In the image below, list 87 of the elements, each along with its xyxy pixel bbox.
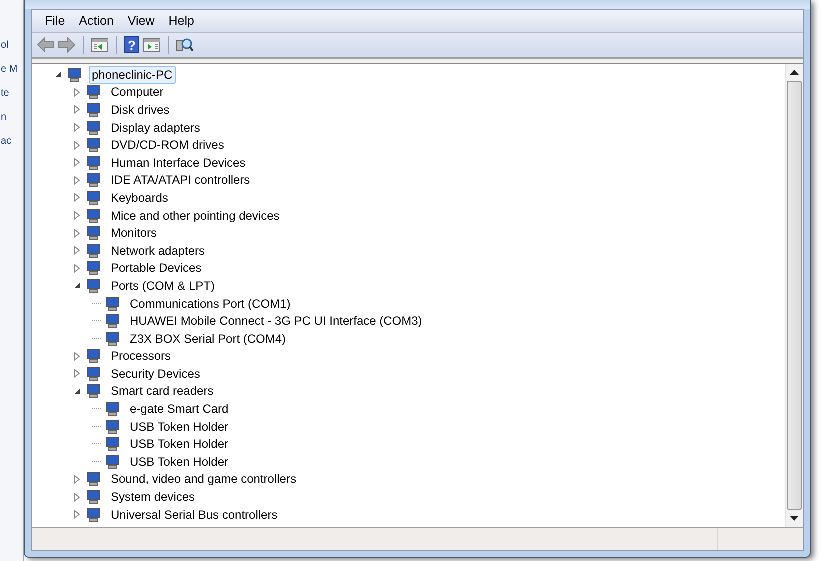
expand-arrow-icon[interactable]: [73, 474, 82, 484]
tree-item[interactable]: Mice and other pointing devices: [108, 206, 283, 225]
action-pane-icon[interactable]: [143, 37, 161, 53]
background-text: te: [0, 88, 10, 99]
device-icon: [67, 66, 84, 83]
tree-item[interactable]: Disk drives: [108, 100, 173, 119]
device-icon: [86, 154, 103, 171]
menu-item[interactable]: File: [38, 12, 72, 30]
tree-item[interactable]: phoneclinic-PC: [89, 66, 176, 84]
tree-item[interactable]: Portable Devices: [108, 259, 205, 278]
device-icon: [86, 190, 103, 206]
background-text: n: [0, 112, 8, 123]
expand-arrow-icon[interactable]: [73, 140, 82, 150]
tree-item[interactable]: DVD/CD-ROM drives: [108, 136, 228, 154]
expand-arrow-icon[interactable]: [73, 510, 82, 520]
tree-item[interactable]: Monitors: [108, 224, 160, 242]
tree-item[interactable]: Display adapters: [108, 118, 204, 137]
vertical-scrollbar[interactable]: [785, 64, 803, 527]
tree-item[interactable]: System devices: [108, 488, 198, 506]
device-icon: [86, 225, 103, 242]
background-text: ol: [0, 40, 10, 51]
device-icon: [86, 506, 103, 523]
expand-arrow-icon[interactable]: [73, 123, 82, 132]
tree-item[interactable]: IDE ATA/ATAPI controllers: [108, 171, 254, 190]
tree-item[interactable]: Universal Serial Bus controllers: [108, 506, 281, 524]
device-icon: [105, 401, 122, 418]
device-icon: [105, 296, 122, 312]
menu-item[interactable]: View: [120, 12, 162, 30]
tree-item[interactable]: Communications Port (COM1): [127, 294, 294, 313]
tree-item[interactable]: Human Interface Devices: [108, 154, 249, 172]
expand-arrow-icon[interactable]: [73, 105, 82, 114]
device-icon: [105, 313, 122, 330]
device-icon: [86, 348, 103, 364]
tree-item[interactable]: e-gate Smart Card: [127, 400, 232, 418]
device-icon: [105, 454, 122, 470]
expand-arrow-icon[interactable]: [73, 264, 82, 273]
expand-arrow-icon[interactable]: [73, 211, 82, 220]
tree-item[interactable]: Processors: [108, 347, 174, 366]
device-icon: [105, 436, 122, 452]
expand-arrow-icon[interactable]: [73, 369, 82, 378]
device-icon: [86, 383, 103, 400]
menu-item[interactable]: Action: [72, 12, 121, 30]
tree-item[interactable]: Sound, video and game controllers: [108, 470, 300, 488]
device-icon: [105, 330, 122, 347]
scan-hardware-icon[interactable]: [176, 37, 194, 53]
device-icon: [86, 242, 103, 259]
device-icon: [86, 120, 103, 136]
device-icon: [86, 208, 103, 224]
background-text: e M: [0, 64, 19, 75]
expand-arrow-icon[interactable]: [73, 176, 82, 185]
collapse-arrow-icon[interactable]: [54, 70, 63, 80]
scroll-thumb[interactable]: [787, 81, 802, 510]
tree-item[interactable]: Security Devices: [108, 364, 204, 383]
device-icon: [86, 260, 103, 276]
expand-arrow-icon[interactable]: [73, 492, 82, 502]
tree-item[interactable]: USB Token Holder: [127, 418, 232, 436]
expand-arrow-icon[interactable]: [73, 246, 82, 256]
device-icon: [86, 471, 103, 488]
expand-arrow-icon[interactable]: [73, 88, 82, 97]
menu-item[interactable]: Help: [162, 12, 202, 30]
collapse-arrow-icon[interactable]: [73, 386, 82, 396]
device-icon: [86, 84, 103, 100]
expand-arrow-icon[interactable]: [73, 352, 82, 361]
tree-item[interactable]: Keyboards: [108, 188, 172, 207]
tree-item[interactable]: Smart card readers: [108, 382, 217, 400]
device-icon: [86, 102, 103, 118]
tree-item[interactable]: USB Token Holder: [127, 435, 232, 454]
expand-arrow-icon[interactable]: [73, 158, 82, 168]
expand-arrow-icon[interactable]: [73, 228, 82, 238]
device-icon: [86, 489, 103, 506]
tree-item[interactable]: USB Token Holder: [127, 452, 232, 471]
expand-arrow-icon[interactable]: [73, 193, 82, 202]
background-text: ac: [0, 136, 13, 147]
tree-item[interactable]: HUAWEI Mobile Connect - 3G PC UI Interface (COM3): [127, 312, 426, 330]
tree-item[interactable]: Ports (COM & LPT): [108, 276, 218, 295]
device-icon: [86, 137, 103, 154]
device-icon: [86, 172, 103, 188]
help-glyph: ?: [128, 38, 136, 53]
help-icon[interactable]: ?: [124, 36, 140, 54]
tree-item[interactable]: Network adapters: [108, 242, 208, 260]
device-icon: [86, 366, 103, 382]
collapse-arrow-icon[interactable]: [73, 281, 82, 290]
tree-item[interactable]: Z3X BOX Serial Port (COM4): [127, 330, 290, 348]
tree-item[interactable]: Computer: [108, 83, 167, 102]
device-icon: [105, 418, 122, 435]
console-tree-icon[interactable]: [91, 37, 109, 53]
device-icon: [86, 278, 103, 294]
